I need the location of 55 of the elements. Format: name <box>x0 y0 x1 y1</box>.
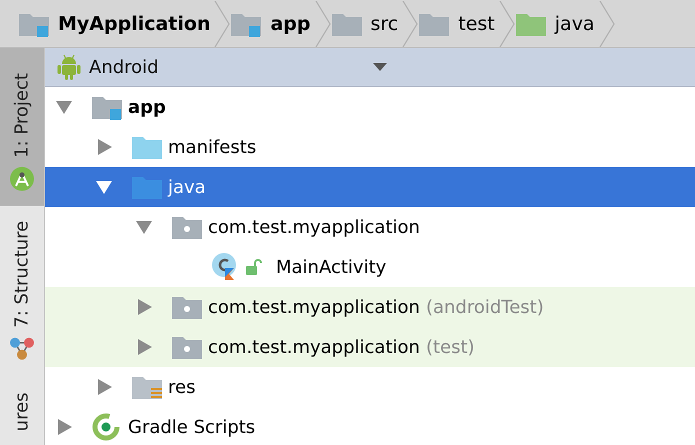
tree-row[interactable]: Gradle Scripts <box>45 407 695 445</box>
view-dropdown[interactable]: Android <box>57 54 387 80</box>
collapsed-arrow-icon[interactable] <box>136 339 152 355</box>
package-icon <box>171 294 203 320</box>
package-icon <box>171 334 203 360</box>
tree-item-label: Gradle Scripts <box>128 416 256 438</box>
collapsed-arrow-icon[interactable] <box>136 299 152 315</box>
dropdown-arrow-icon <box>373 63 387 71</box>
side-tab[interactable]: 7: Structure <box>0 206 44 376</box>
resource-folder-icon <box>131 374 163 400</box>
source-set-label: (test) <box>426 336 475 358</box>
tree-item-label: java <box>168 176 206 198</box>
breadcrumb-item[interactable]: app <box>230 0 315 47</box>
expanded-arrow-icon[interactable] <box>96 179 112 195</box>
collapsed-arrow-icon[interactable] <box>96 139 112 155</box>
tree-item-label: MainActivity <box>276 256 386 278</box>
chevron-icon <box>402 0 418 46</box>
chevron-icon <box>214 0 230 46</box>
folder-icon <box>131 174 163 200</box>
tree-row[interactable]: MainActivity <box>45 247 695 287</box>
collapsed-arrow-icon[interactable] <box>96 379 112 395</box>
structure-icon <box>9 336 35 362</box>
tree-item-label: com.test.myapplication <box>208 216 420 238</box>
breadcrumb-item[interactable]: src <box>330 0 402 47</box>
chevron-icon <box>314 0 331 46</box>
package-icon <box>171 214 203 240</box>
tree-row[interactable]: app <box>45 87 695 127</box>
android-icon <box>9 166 35 192</box>
expanded-arrow-icon[interactable] <box>136 219 152 235</box>
tree-row[interactable]: manifests <box>45 127 695 167</box>
breadcrumb-item[interactable]: MyApplication <box>18 0 214 47</box>
tree-row[interactable]: com.test.myapplication <box>45 207 695 247</box>
android-icon <box>57 54 81 80</box>
tree-item-label: com.test.myapplication <box>208 336 420 358</box>
tree-row[interactable]: java <box>45 167 695 207</box>
tree-row[interactable]: com.test.myapplication (androidTest) <box>45 287 695 327</box>
folder-icon <box>131 134 163 160</box>
gradle-icon <box>91 412 121 442</box>
breadcrumb-item[interactable]: java <box>514 0 599 47</box>
tree-item-label: res <box>168 376 196 398</box>
chevron-icon <box>498 0 515 46</box>
expanded-arrow-icon[interactable] <box>56 99 72 115</box>
tree-item-label: manifests <box>168 136 256 158</box>
chevron-icon <box>598 0 615 46</box>
tree-item-label: com.test.myapplication <box>208 296 420 318</box>
collapsed-arrow-icon[interactable] <box>56 419 72 435</box>
side-tab[interactable]: ures <box>0 376 44 445</box>
unlocked-icon <box>244 258 262 276</box>
module-folder-icon <box>91 94 123 120</box>
tree-item-label: app <box>128 96 166 118</box>
source-set-label: (androidTest) <box>426 296 544 318</box>
tree-row[interactable]: res <box>45 367 695 407</box>
breadcrumb-item[interactable]: test <box>418 0 499 47</box>
side-tab[interactable]: 1: Project <box>0 48 44 206</box>
tree-row[interactable]: com.test.myapplication (test) <box>45 327 695 367</box>
